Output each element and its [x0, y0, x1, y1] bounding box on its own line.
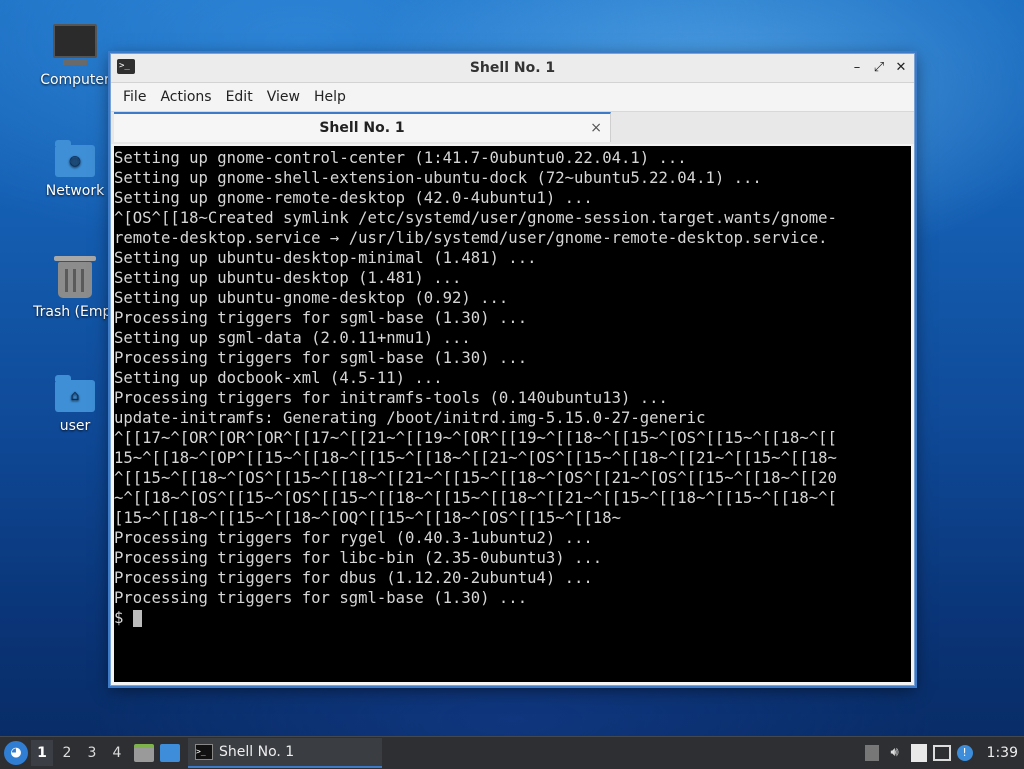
- tab-shell-1[interactable]: Shell No. 1 ×: [114, 112, 611, 142]
- window-titlebar[interactable]: >_ Shell No. 1 – ⤢ ✕: [111, 54, 914, 83]
- text-cursor: [133, 609, 143, 627]
- clipboard-icon[interactable]: [910, 744, 927, 762]
- workspace-3[interactable]: 3: [81, 740, 103, 766]
- task-label: Shell No. 1: [219, 744, 295, 760]
- window-title: Shell No. 1: [469, 60, 556, 76]
- terminal-line: Processing triggers for rygel (0.40.3-1u…: [114, 529, 593, 547]
- terminal-line: Setting up ubuntu-desktop (1.481) ...: [114, 269, 462, 287]
- prompt-symbol: $: [114, 609, 124, 627]
- maximize-button[interactable]: ⤢: [872, 61, 886, 75]
- close-button[interactable]: ✕: [894, 61, 908, 75]
- start-menu-icon[interactable]: ◕: [4, 741, 28, 765]
- terminal-line: Processing triggers for libc-bin (2.35-0…: [114, 549, 603, 567]
- prompt-line: $: [114, 608, 911, 628]
- terminal-line: 15~^[[18~^[OP^[[15~^[[18~^[[15~^[[18~^[[…: [114, 449, 837, 467]
- tab-close-icon[interactable]: ×: [590, 118, 602, 138]
- taskbar-task-shell[interactable]: >_ Shell No. 1: [188, 738, 382, 768]
- menu-file[interactable]: File: [116, 83, 153, 111]
- minimize-button[interactable]: –: [850, 61, 864, 75]
- terminal-line: Setting up ubuntu-gnome-desktop (0.92) .…: [114, 289, 509, 307]
- home-folder-icon: ⌂: [55, 375, 95, 412]
- eject-icon[interactable]: [864, 745, 879, 761]
- workspace-4[interactable]: 4: [106, 740, 128, 766]
- taskbar: ◕ 1 2 3 4 >_ Shell No. 1 🔊︎ ! 1:39: [0, 736, 1024, 769]
- terminal-line: remote-desktop.service → /usr/lib/system…: [114, 229, 828, 247]
- notification-icon[interactable]: !: [956, 745, 973, 761]
- computer-icon: [53, 24, 97, 65]
- terminal-line: ^[OS^[[18~Created symlink /etc/systemd/u…: [114, 209, 837, 227]
- menu-help[interactable]: Help: [307, 83, 353, 111]
- trash-icon: [54, 256, 96, 298]
- workspace-1[interactable]: 1: [31, 740, 53, 766]
- terminal-line: ^[[15~^[[18~^[OS^[[15~^[[18~^[[21~^[[15~…: [114, 469, 837, 487]
- terminal-line: Setting up gnome-remote-desktop (42.0-4u…: [114, 189, 593, 207]
- network-icon[interactable]: [932, 745, 951, 761]
- terminal-output[interactable]: Setting up gnome-control-center (1:41.7-…: [114, 146, 911, 682]
- terminal-line: ^[[17~^[OR^[OR^[OR^[[17~^[[21~^[[19~^[OR…: [114, 429, 837, 447]
- terminal-line: Setting up ubuntu-desktop-minimal (1.481…: [114, 249, 537, 267]
- menu-actions[interactable]: Actions: [153, 83, 218, 111]
- network-folder-icon: ◍: [55, 140, 95, 177]
- volume-icon[interactable]: 🔊︎: [885, 744, 905, 762]
- show-desktop-icon[interactable]: [160, 744, 180, 762]
- terminal-line: ~^[[18~^[OS^[[15~^[OS^[[15~^[[18~^[[15~^…: [114, 489, 837, 507]
- menubar: File Actions Edit View Help: [111, 83, 914, 111]
- terminal-line: Processing triggers for initramfs-tools …: [114, 389, 668, 407]
- menu-view[interactable]: View: [260, 83, 307, 111]
- terminal-task-icon: >_: [195, 744, 213, 760]
- terminal-line: Setting up docbook-xml (4.5-11) ...: [114, 369, 443, 387]
- menu-edit[interactable]: Edit: [219, 83, 260, 111]
- terminal-line: Processing triggers for sgml-base (1.30)…: [114, 349, 528, 367]
- terminal-line: Setting up sgml-data (2.0.11+nmu1) ...: [114, 329, 471, 347]
- terminal-line: Setting up gnome-control-center (1:41.7-…: [114, 149, 687, 167]
- terminal-line: Processing triggers for sgml-base (1.30)…: [114, 589, 528, 607]
- tab-bar: Shell No. 1 ×: [111, 111, 914, 144]
- terminal-text: Setting up gnome-control-center (1:41.7-…: [114, 146, 911, 608]
- terminal-line: update-initramfs: Generating /boot/initr…: [114, 409, 706, 427]
- tab-label: Shell No. 1: [319, 120, 405, 136]
- workspace-2[interactable]: 2: [56, 740, 78, 766]
- system-tray: 🔊︎ ! 1:39: [864, 737, 1024, 769]
- terminal-line: Processing triggers for dbus (1.12.20-2u…: [114, 569, 593, 587]
- terminal-window: >_ Shell No. 1 – ⤢ ✕ File Actions Edit V…: [110, 53, 915, 686]
- terminal-line: Processing triggers for sgml-base (1.30)…: [114, 309, 528, 327]
- file-manager-launcher-icon[interactable]: [134, 744, 154, 762]
- clock[interactable]: 1:39: [987, 745, 1018, 761]
- terminal-line: Setting up gnome-shell-extension-ubuntu-…: [114, 169, 762, 187]
- terminal-line: [15~^[[18~^[[15~^[[18~^[OQ^[[15~^[[18~^[…: [114, 509, 621, 527]
